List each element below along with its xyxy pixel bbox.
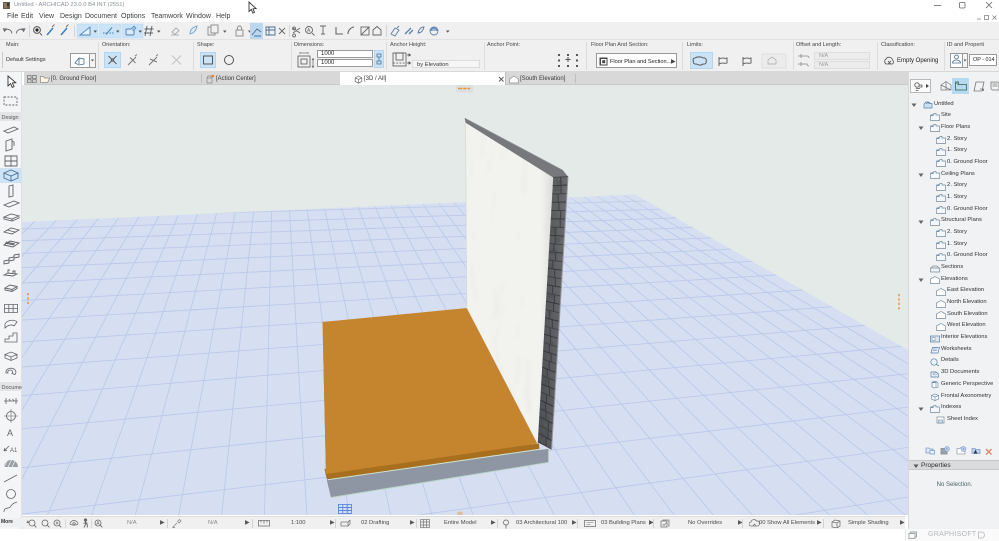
svg-text:A: A [96,521,100,527]
svg-text:Docume: Docume [2,385,22,391]
svg-text:A1: A1 [10,448,18,454]
svg-text:A: A [7,428,13,438]
svg-text:Design: Design [2,115,19,121]
